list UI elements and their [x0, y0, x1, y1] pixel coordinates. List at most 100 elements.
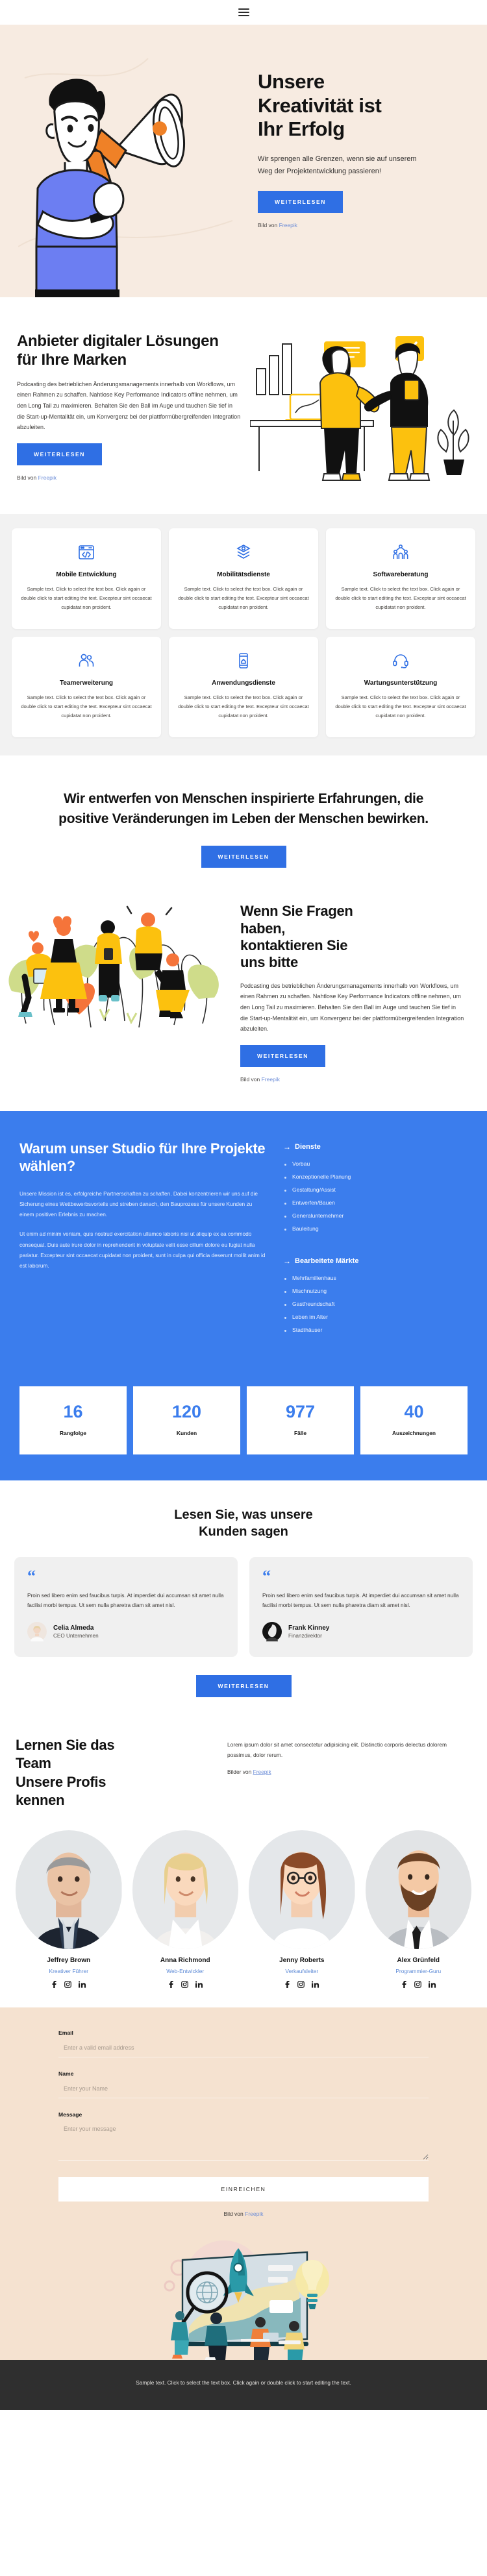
- testimonial-text: Proin sed libero enim sed faucibus turpi…: [262, 1591, 459, 1608]
- list-item[interactable]: Mischnutzung: [283, 1288, 468, 1294]
- team-section: Lernen Sie das Team Unsere Profis kennen…: [0, 1724, 487, 2007]
- testimonials-heading-line-1: Lesen Sie, was unsere: [174, 1507, 313, 1522]
- team-grid: Jeffrey Brown Kreativer Führer Anna Rich…: [16, 1830, 471, 1988]
- member-name: Jenny Roberts: [279, 1956, 325, 1964]
- message-textarea[interactable]: [58, 2122, 429, 2161]
- testimonial-role: CEO Unternehmen: [53, 1633, 99, 1639]
- testimonial-card: “ Proin sed libero enim sed faucibus tur…: [14, 1556, 238, 1658]
- submit-button[interactable]: EINREICHEN: [58, 2176, 429, 2202]
- hero-title-line-1: Unsere: [258, 70, 325, 93]
- contact-title-line-3: kontaktieren Sie: [240, 937, 348, 953]
- linkedin-icon[interactable]: [195, 1981, 203, 1988]
- team-heading-line-3: Unsere Profis: [16, 1773, 106, 1790]
- facebook-icon[interactable]: [284, 1980, 290, 1988]
- name-input[interactable]: [58, 2082, 429, 2098]
- contact-title-line-2: haben,: [240, 920, 286, 937]
- member-photo: [16, 1830, 122, 1949]
- list-item[interactable]: Gestaltung/Assist: [283, 1186, 468, 1193]
- service-card[interactable]: Teamerweiterung Sample text. Click to se…: [12, 637, 161, 738]
- code-window-icon: [21, 541, 152, 563]
- why-copy: Warum unser Studio für Ihre Projekte wäh…: [19, 1140, 266, 1358]
- contact-illustration: [0, 900, 240, 1040]
- member-social-links: [366, 1980, 472, 1988]
- service-description: Sample text. Click to select the text bo…: [21, 586, 152, 611]
- freepik-link[interactable]: Freepik: [253, 1769, 271, 1775]
- credit-prefix: Bild von: [240, 1075, 262, 1083]
- form-image-credit: Bild von Freepik: [58, 2211, 429, 2217]
- markets-heading-label: Bearbeitete Märkte: [295, 1257, 359, 1265]
- why-paragraph-1: Unsere Mission ist es, erfolgreiche Part…: [19, 1190, 258, 1218]
- message-field-group: Message: [58, 2111, 429, 2164]
- email-field-group: Email: [58, 2030, 429, 2057]
- service-card[interactable]: Anwendungsdienste Sample text. Click to …: [169, 637, 318, 738]
- list-item[interactable]: Generalunternehmer: [283, 1212, 468, 1219]
- email-input[interactable]: [58, 2041, 429, 2057]
- team-member: Jeffrey Brown Kreativer Führer: [16, 1830, 122, 1988]
- provider-cta-button[interactable]: WEITERLESEN: [17, 443, 102, 465]
- team-heading: Lernen Sie das Team Unsere Profis kennen: [16, 1736, 210, 1809]
- service-card[interactable]: Wartungsunterstützung Sample text. Click…: [326, 637, 475, 738]
- service-description: Sample text. Click to select the text bo…: [178, 586, 309, 611]
- instagram-icon[interactable]: [181, 1981, 188, 1988]
- quote-icon: “: [27, 1566, 36, 1586]
- linkedin-icon[interactable]: [428, 1981, 436, 1988]
- headset-support-icon: [335, 650, 466, 672]
- member-photo: [249, 1830, 355, 1949]
- provider-illustration: [250, 323, 471, 485]
- megaphone-man-illustration: [18, 58, 232, 297]
- service-description: Sample text. Click to select the text bo…: [335, 694, 466, 719]
- stat-label: Fälle: [293, 1429, 307, 1436]
- hero-title: Unsere Kreativität ist Ihr Erfolg: [258, 70, 462, 141]
- stats-section: 16 Rangfolge 120 Kunden 977 Fälle 40 Aus…: [0, 1383, 487, 1480]
- list-item[interactable]: Bauleitung: [283, 1225, 468, 1232]
- linkedin-icon[interactable]: [312, 1981, 319, 1988]
- service-description: Sample text. Click to select the text bo…: [21, 694, 152, 719]
- facebook-icon[interactable]: [51, 1980, 57, 1988]
- member-social-links: [249, 1980, 355, 1988]
- contact-title: Wenn Sie Fragen haben, kontaktieren Sie …: [240, 903, 464, 972]
- list-item[interactable]: Vorbau: [283, 1160, 468, 1167]
- instagram-icon[interactable]: [414, 1981, 421, 1988]
- stat-card: 120 Kunden: [133, 1386, 240, 1454]
- member-name: Jeffrey Brown: [47, 1956, 91, 1964]
- mobile-app-icon: [178, 650, 309, 672]
- provider-section: Anbieter digitaler Lösungen für Ihre Mar…: [0, 297, 487, 514]
- team-member: Anna Richmond Web-Entwickler: [132, 1830, 238, 1988]
- list-item[interactable]: Mehrfamilienhaus: [283, 1275, 468, 1281]
- member-role: Kreativer Führer: [49, 1967, 88, 1974]
- team-member: Jenny Roberts Verkaufsleiter: [249, 1830, 355, 1988]
- freepik-link[interactable]: Freepik: [245, 2211, 263, 2217]
- service-card[interactable]: Softwareberatung Sample text. Click to s…: [326, 528, 475, 630]
- contact-image-credit: Bild von Freepik: [240, 1076, 464, 1083]
- service-card[interactable]: Mobile Entwicklung Sample text. Click to…: [12, 528, 161, 630]
- contact-copy: Wenn Sie Fragen haben, kontaktieren Sie …: [240, 900, 487, 1083]
- instagram-icon[interactable]: [64, 1981, 72, 1988]
- facebook-icon[interactable]: [168, 1980, 174, 1988]
- list-item[interactable]: Entwerfen/Bauen: [283, 1199, 468, 1206]
- list-item[interactable]: Konzeptionelle Planung: [283, 1173, 468, 1180]
- hamburger-menu-icon[interactable]: [238, 8, 249, 16]
- list-item[interactable]: Gastfreundschaft: [283, 1301, 468, 1307]
- instagram-icon[interactable]: [297, 1981, 305, 1988]
- provider-title: Anbieter digitaler Lösungen für Ihre Mar…: [17, 332, 219, 369]
- member-role: Programmier-Guru: [395, 1967, 442, 1974]
- testimonials-cta-button[interactable]: WEITERLESEN: [195, 1675, 292, 1698]
- stat-card: 977 Fälle: [247, 1386, 354, 1454]
- freepik-link[interactable]: Freepik: [262, 1076, 280, 1083]
- avatar: [27, 1622, 47, 1642]
- freepik-link[interactable]: Freepik: [38, 474, 56, 481]
- contact-cta-button[interactable]: WEITERLESEN: [240, 1044, 325, 1067]
- facebook-icon[interactable]: [401, 1980, 407, 1988]
- provider-copy: Anbieter digitaler Lösungen für Ihre Mar…: [0, 323, 250, 481]
- freepik-link[interactable]: Freepik: [279, 222, 297, 228]
- top-navigation-bar: [0, 0, 487, 25]
- member-role: Web-Entwickler: [166, 1967, 205, 1974]
- service-card[interactable]: Mobilitätsdienste Sample text. Click to …: [169, 528, 318, 630]
- testimonial-author: Celia Almeda CEO Unternehmen: [27, 1622, 225, 1642]
- statement-cta-button[interactable]: WEITERLESEN: [201, 846, 286, 868]
- list-item[interactable]: Leben im Alter: [283, 1314, 468, 1320]
- hero-cta-button[interactable]: WEITERLESEN: [258, 191, 343, 214]
- hero-section: Unsere Kreativität ist Ihr Erfolg Wir sp…: [0, 25, 487, 297]
- list-item[interactable]: Stadthäuser: [283, 1327, 468, 1333]
- linkedin-icon[interactable]: [79, 1981, 86, 1988]
